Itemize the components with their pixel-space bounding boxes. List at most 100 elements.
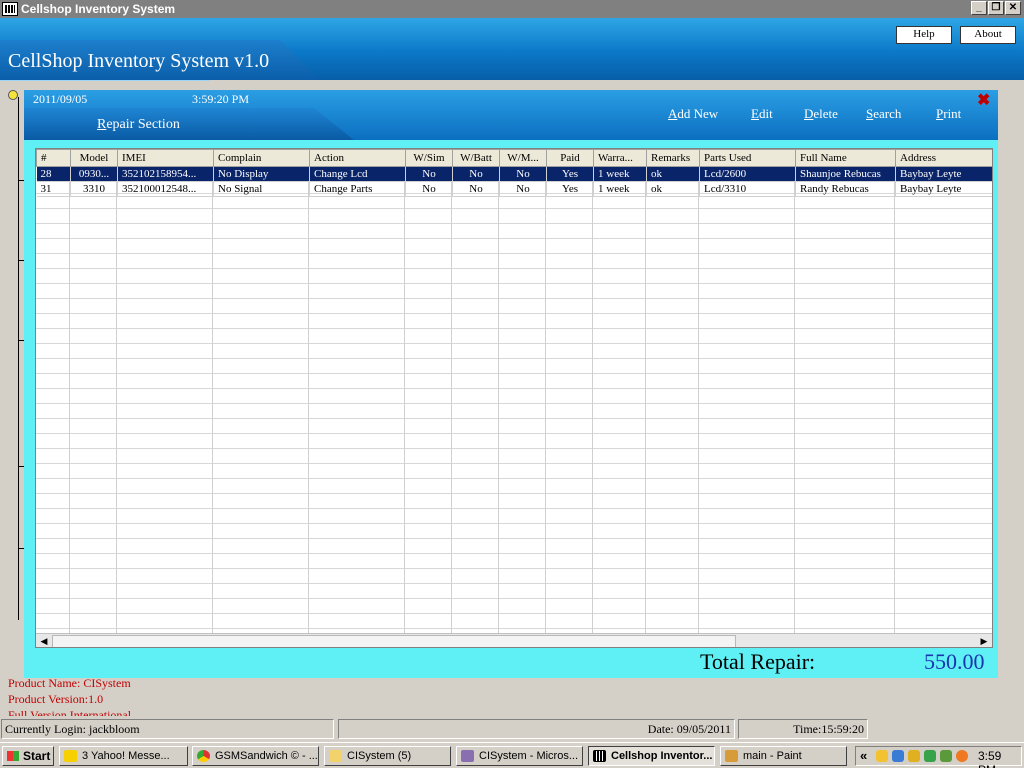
taskbar-item-vs[interactable]: CISystem - Micros... xyxy=(456,746,583,766)
about-button[interactable]: About xyxy=(960,26,1016,44)
status-time: Time:15:59:20 xyxy=(738,719,868,739)
table-cell: Change Parts xyxy=(309,181,406,197)
status-bar: Currently Login: jackbloom Date: 09/05/2… xyxy=(0,718,1024,740)
column-header[interactable]: Paid xyxy=(546,149,594,167)
section-header: 2011/09/05 3:59:20 PM ✖ Repair Section A… xyxy=(24,90,998,140)
column-header[interactable]: # xyxy=(36,149,71,167)
tray-alert-icon[interactable] xyxy=(956,750,968,762)
close-window-button[interactable]: ✕ xyxy=(1005,1,1021,15)
table-cell: 352100012548... xyxy=(117,181,214,197)
delete-button[interactable]: Delete xyxy=(804,106,838,122)
table-cell: No Signal xyxy=(213,181,310,197)
tray-security-icon[interactable] xyxy=(940,750,952,762)
table-cell: Yes xyxy=(546,181,594,197)
table-cell: No xyxy=(452,166,500,182)
table-cell: 0930... xyxy=(70,166,118,182)
table-cell: Baybay Leyte xyxy=(895,181,992,197)
edit-button[interactable]: Edit xyxy=(751,106,773,122)
tray-network-icon[interactable] xyxy=(892,750,904,762)
taskbar-item-paint[interactable]: main - Paint xyxy=(720,746,847,766)
taskbar-clock: 3:59 PM xyxy=(978,749,1002,768)
folder-icon xyxy=(329,750,342,762)
taskbar-item-folder[interactable]: CISystem (5) xyxy=(324,746,451,766)
table-cell: 28 xyxy=(36,166,71,182)
column-header[interactable]: Complain xyxy=(213,149,310,167)
repair-grid[interactable]: # Model IMEI Complain Action W/Sim W/Bat… xyxy=(35,148,993,648)
taskbar-item-browser[interactable]: GSMSandwich © - ... xyxy=(192,746,319,766)
column-header[interactable]: Parts Used xyxy=(699,149,796,167)
app-barcode-icon xyxy=(2,2,18,16)
print-button[interactable]: Print xyxy=(936,106,961,122)
scroll-thumb[interactable] xyxy=(52,635,736,647)
help-button[interactable]: Help xyxy=(896,26,952,44)
column-header[interactable]: Remarks xyxy=(646,149,700,167)
chrome-icon xyxy=(197,750,210,762)
table-cell: 31 xyxy=(36,181,71,197)
tray-app-icon[interactable] xyxy=(924,750,936,762)
column-header[interactable]: Model xyxy=(70,149,118,167)
taskbar-item-cellshop[interactable]: Cellshop Inventor... xyxy=(588,746,715,766)
table-cell: Lcd/3310 xyxy=(699,181,796,197)
start-button[interactable]: Start xyxy=(2,746,54,766)
app-title: CellShop Inventory System v1.0 xyxy=(8,50,270,72)
product-license: Full Version International xyxy=(8,708,132,716)
repair-section-panel: 2011/09/05 3:59:20 PM ✖ Repair Section A… xyxy=(24,90,998,678)
section-title: Repair Section xyxy=(97,117,180,132)
table-cell: 3310 xyxy=(70,181,118,197)
table-cell: Baybay Leyte xyxy=(895,166,992,182)
visual-studio-icon xyxy=(461,750,474,762)
total-repair-value: 550.00 xyxy=(924,649,985,674)
column-header[interactable]: W/Batt xyxy=(452,149,500,167)
table-cell: 1 week xyxy=(593,181,647,197)
status-date: Date: 09/05/2011 xyxy=(338,719,735,739)
table-cell: Change Lcd xyxy=(309,166,406,182)
sidebar-knob-icon xyxy=(8,90,18,100)
taskbar: Start 3 Yahoo! Messe... GSMSandwich © - … xyxy=(0,742,1024,768)
table-row[interactable]: 31 3310 352100012548... No Signal Change… xyxy=(36,181,992,197)
scroll-right-icon[interactable]: ▶ xyxy=(976,634,992,647)
section-tab-shape xyxy=(24,108,354,140)
app-header: CellShop Inventory System v1.0 Help Abou… xyxy=(0,18,1024,81)
column-header[interactable]: Full Name xyxy=(795,149,896,167)
table-row[interactable]: 28 0930... 352102158954... No Display Ch… xyxy=(36,166,992,182)
column-header[interactable]: Action xyxy=(309,149,406,167)
table-cell: No xyxy=(499,166,547,182)
taskbar-item-yahoo[interactable]: 3 Yahoo! Messe... xyxy=(59,746,188,766)
horizontal-scrollbar[interactable]: ◀ ▶ xyxy=(36,633,992,647)
tray-mail-icon[interactable] xyxy=(876,750,888,762)
table-cell: No xyxy=(499,181,547,197)
taskbar-item-label: GSMSandwich © - ... xyxy=(215,750,318,762)
taskbar-item-label: main - Paint xyxy=(743,750,802,762)
column-header[interactable]: W/M... xyxy=(499,149,547,167)
total-repair-label: Total Repair: xyxy=(700,649,816,674)
window-title: Cellshop Inventory System xyxy=(21,2,176,16)
column-header[interactable]: Warra... xyxy=(593,149,647,167)
minimize-button[interactable]: _ xyxy=(971,1,987,15)
taskbar-item-label: CISystem (5) xyxy=(347,750,412,762)
status-login: Currently Login: jackbloom xyxy=(1,719,334,739)
taskbar-item-label: Cellshop Inventor... xyxy=(611,750,713,762)
column-header[interactable]: IMEI xyxy=(117,149,214,167)
section-date: 2011/09/05 xyxy=(33,92,88,106)
product-version: Product Version:1.0 xyxy=(8,692,104,706)
window-titlebar: Cellshop Inventory System _ ❐ ✕ xyxy=(0,0,1024,18)
product-name: Product Name: CISystem xyxy=(8,676,131,690)
table-cell: Randy Rebucas xyxy=(795,181,896,197)
sidebar-line xyxy=(18,97,19,620)
table-cell: No xyxy=(405,181,453,197)
table-cell: No xyxy=(452,181,500,197)
section-time: 3:59:20 PM xyxy=(192,92,250,106)
column-header[interactable]: W/Sim xyxy=(405,149,453,167)
column-header[interactable]: Address xyxy=(895,149,992,167)
add-new-button[interactable]: Add New xyxy=(668,106,718,122)
table-cell: Lcd/2600 xyxy=(699,166,796,182)
grid-row-lines xyxy=(36,149,992,633)
taskbar-item-label: CISystem - Micros... xyxy=(479,750,579,762)
search-button[interactable]: Search xyxy=(866,106,901,122)
restore-button[interactable]: ❐ xyxy=(988,1,1004,15)
scroll-left-icon[interactable]: ◀ xyxy=(36,634,52,647)
close-section-icon[interactable]: ✖ xyxy=(977,90,990,110)
tray-expand-icon[interactable]: « xyxy=(860,748,867,763)
tray-users-icon[interactable] xyxy=(908,750,920,762)
repair-table: # Model IMEI Complain Action W/Sim W/Bat… xyxy=(36,149,992,197)
